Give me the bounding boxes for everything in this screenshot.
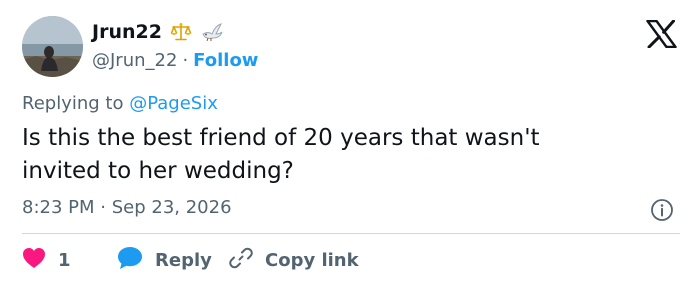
author-name-row: Jrun22: [92, 17, 224, 47]
avatar[interactable]: [22, 16, 83, 77]
link-icon: [229, 246, 253, 275]
follow-button[interactable]: Follow: [193, 50, 258, 71]
dove-icon: [200, 22, 224, 42]
separator-dot: ·: [182, 49, 189, 71]
tweet-date: Sep 23, 2026: [111, 197, 232, 218]
info-icon[interactable]: [650, 198, 674, 222]
x-logo-icon[interactable]: [646, 19, 677, 49]
reply-button[interactable]: Reply: [117, 246, 229, 275]
separator-dot: ·: [100, 197, 106, 218]
author-handle-row: @Jrun_22 · Follow: [92, 47, 258, 73]
action-bar: 1 Reply Copy link: [22, 245, 359, 275]
tweet-text: Is this the best friend of 20 years that…: [22, 125, 540, 184]
divider: [22, 233, 680, 234]
author-handle[interactable]: @Jrun_22: [92, 50, 177, 71]
reply-bubble-icon: [117, 246, 143, 275]
replying-to: Replying to @PageSix: [22, 93, 218, 114]
replying-to-mention[interactable]: @PageSix: [129, 93, 218, 114]
scales-icon: [170, 22, 192, 42]
timestamp[interactable]: 8:23 PM · Sep 23, 2026: [22, 197, 232, 218]
replying-to-label: Replying to: [22, 93, 130, 114]
copy-link-button[interactable]: Copy link: [229, 246, 359, 275]
tweet-time: 8:23 PM: [22, 197, 95, 218]
like-count: 1: [58, 249, 71, 271]
heart-icon: [22, 247, 46, 274]
copy-link-label: Copy link: [265, 249, 359, 271]
like-button[interactable]: 1: [22, 247, 117, 274]
display-name[interactable]: Jrun22: [92, 21, 162, 43]
reply-label: Reply: [155, 249, 212, 271]
